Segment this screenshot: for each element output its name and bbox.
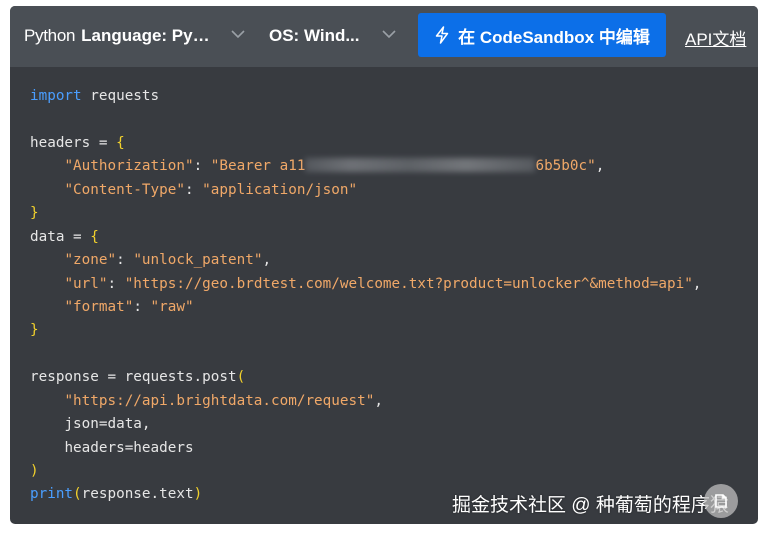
- code-text: ,: [595, 158, 605, 175]
- api-docs-link[interactable]: API文档: [685, 25, 746, 50]
- code-text: headers=headers: [64, 439, 194, 456]
- chevron-down-icon: [381, 26, 397, 42]
- code-line: "format": "raw": [30, 296, 701, 319]
- code-text: :: [133, 298, 151, 315]
- code-string: "Authorization": [64, 158, 194, 175]
- code-string: "https://geo.brdtest.com/welcome.txt?pro…: [124, 275, 693, 292]
- juejin-logo-icon: [704, 484, 738, 518]
- code-line: response = requests.post(: [30, 366, 701, 389]
- code-line: json=data,: [30, 413, 701, 436]
- code-text: :: [193, 158, 211, 175]
- os-select-value: OS: Wind...: [269, 26, 360, 45]
- watermark-text: 掘金技术社区 @ 种葡萄的程序猿: [452, 495, 729, 516]
- code-bracket: ): [30, 463, 39, 479]
- code-text: requests: [81, 88, 160, 104]
- language-select[interactable]: Python Language: Pyt...: [24, 24, 246, 48]
- code-string: "zone": [64, 252, 117, 269]
- redacted-token: [305, 158, 536, 173]
- code-bracket: ): [193, 486, 203, 503]
- code-string: "url": [64, 275, 108, 292]
- code-toolbar: Python Language: Pyt... OS: Wind... 在 Co…: [10, 6, 758, 67]
- code-string: "https://api.brightdata.com/request": [64, 392, 375, 409]
- code-line: }: [30, 319, 701, 342]
- code-text: ,: [262, 252, 272, 269]
- code-sample-panel: Python Language: Pyt... OS: Wind... 在 Co…: [10, 6, 758, 524]
- code-text: ,: [374, 392, 383, 409]
- code-line: "zone": "unlock_patent",: [30, 249, 701, 272]
- code-string: "Bearer a11: [210, 158, 306, 175]
- code-text: :: [116, 252, 134, 269]
- code-line: ): [30, 460, 701, 483]
- code-string: 6b5b0c": [535, 158, 596, 175]
- code-string: "unlock_patent": [133, 252, 263, 269]
- code-line: }: [30, 202, 701, 225]
- code-bracket: (: [236, 369, 246, 386]
- language-select-prefix: Python: [24, 26, 76, 45]
- code-text: ,: [692, 275, 702, 292]
- code-text: response.text: [81, 486, 194, 503]
- code-keyword: print: [30, 486, 74, 503]
- code-string: "application/json": [202, 181, 358, 198]
- code-text: data =: [30, 228, 91, 245]
- code-string: "raw": [150, 298, 194, 315]
- code-bracket: {: [90, 228, 99, 245]
- edit-in-codesandbox-label: 在 CodeSandbox 中编辑: [458, 27, 650, 47]
- code-line: import requests: [30, 85, 701, 108]
- lightning-bolt-icon: [434, 26, 450, 44]
- code-line: data = {: [30, 226, 701, 249]
- code-text: :: [184, 181, 203, 198]
- code-string: "Content-Type": [64, 181, 185, 198]
- code-keyword: import: [30, 88, 82, 104]
- code-block: import requests headers = { "Authorizati…: [30, 85, 701, 507]
- code-line: "Authorization": "Bearer a11 6b5b0c",: [30, 155, 701, 178]
- code-line: headers=headers: [30, 437, 701, 460]
- code-bracket: {: [116, 134, 125, 151]
- os-select[interactable]: OS: Wind...: [269, 24, 397, 48]
- language-select-value: Language: Pyt...: [81, 26, 212, 45]
- code-text: response = requests.post: [30, 369, 237, 386]
- code-line: "https://api.brightdata.com/request",: [30, 390, 701, 413]
- code-bracket: }: [30, 205, 39, 222]
- code-line: headers = {: [30, 132, 701, 155]
- code-bracket: }: [30, 322, 39, 339]
- edit-in-codesandbox-button[interactable]: 在 CodeSandbox 中编辑: [418, 13, 666, 57]
- code-text: :: [107, 275, 125, 292]
- code-line: "Content-Type": "application/json": [30, 179, 701, 202]
- code-text: json=data,: [64, 416, 151, 433]
- code-line: "url": "https://geo.brdtest.com/welcome.…: [30, 273, 701, 296]
- code-string: "format": [64, 298, 134, 315]
- chevron-down-icon: [230, 26, 246, 42]
- code-bracket: (: [73, 486, 82, 503]
- code-text: headers =: [30, 134, 117, 151]
